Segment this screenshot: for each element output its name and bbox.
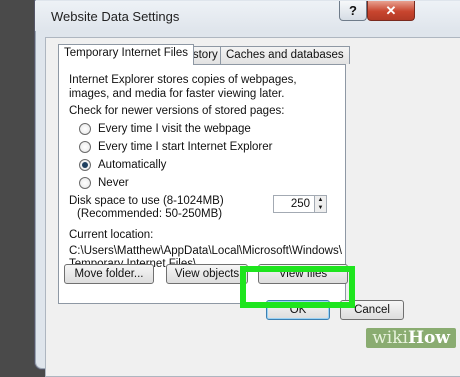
radio-button-selected[interactable]: [79, 159, 91, 171]
current-location-label: Current location:: [69, 229, 154, 241]
watermark-how: How: [407, 328, 450, 348]
watermark-wiki: wiki: [372, 328, 408, 348]
radio-every-visit[interactable]: Every time I visit the webpage: [79, 121, 251, 137]
window-title: Website Data Settings: [51, 9, 180, 24]
spinner-down-icon[interactable]: ▼: [315, 204, 326, 212]
radio-button[interactable]: [79, 177, 91, 189]
disk-space-recommended: (Recommended: 50-250MB): [77, 208, 223, 220]
radio-automatically[interactable]: Automatically: [79, 157, 166, 173]
spinner-up-icon[interactable]: ▲: [315, 196, 326, 204]
radio-every-start[interactable]: Every time I start Internet Explorer: [79, 139, 272, 155]
tab-temporary-internet-files[interactable]: Temporary Internet Files: [58, 44, 194, 65]
radio-label: Every time I start Internet Explorer: [98, 141, 273, 153]
dialog-client-area: Temporary Internet Files History Caches …: [45, 37, 460, 377]
disk-space-label: Disk space to use (8-1024MB) (Recommende…: [69, 195, 224, 221]
dialog-window: Website Data Settings ? ✕ Temporary Inte…: [34, 0, 460, 377]
radio-never[interactable]: Never: [79, 175, 129, 191]
tab-caches-and-databases[interactable]: Caches and databases: [220, 46, 350, 64]
wikihow-watermark: wikiHow: [366, 328, 456, 348]
view-objects-button[interactable]: View objects: [166, 264, 248, 284]
spinner-buttons[interactable]: ▲ ▼: [314, 196, 326, 212]
close-button[interactable]: ✕: [367, 1, 415, 21]
radio-button[interactable]: [79, 141, 91, 153]
disk-space-range: Disk space to use (8-1024MB): [69, 195, 224, 207]
check-newer-label: Check for newer versions of stored pages…: [69, 105, 285, 117]
radio-button[interactable]: [79, 123, 91, 135]
description-text: Internet Explorer stores copies of webpa…: [69, 74, 297, 100]
move-folder-button[interactable]: Move folder...: [64, 264, 154, 284]
radio-label: Never: [98, 177, 129, 189]
help-button[interactable]: ?: [339, 1, 367, 21]
view-files-highlight: [240, 266, 355, 308]
disk-space-value[interactable]: 250: [291, 198, 310, 210]
disk-space-spinner[interactable]: 250 ▲ ▼: [273, 195, 327, 213]
radio-label: Every time I visit the webpage: [98, 123, 251, 135]
radio-label: Automatically: [98, 159, 167, 171]
